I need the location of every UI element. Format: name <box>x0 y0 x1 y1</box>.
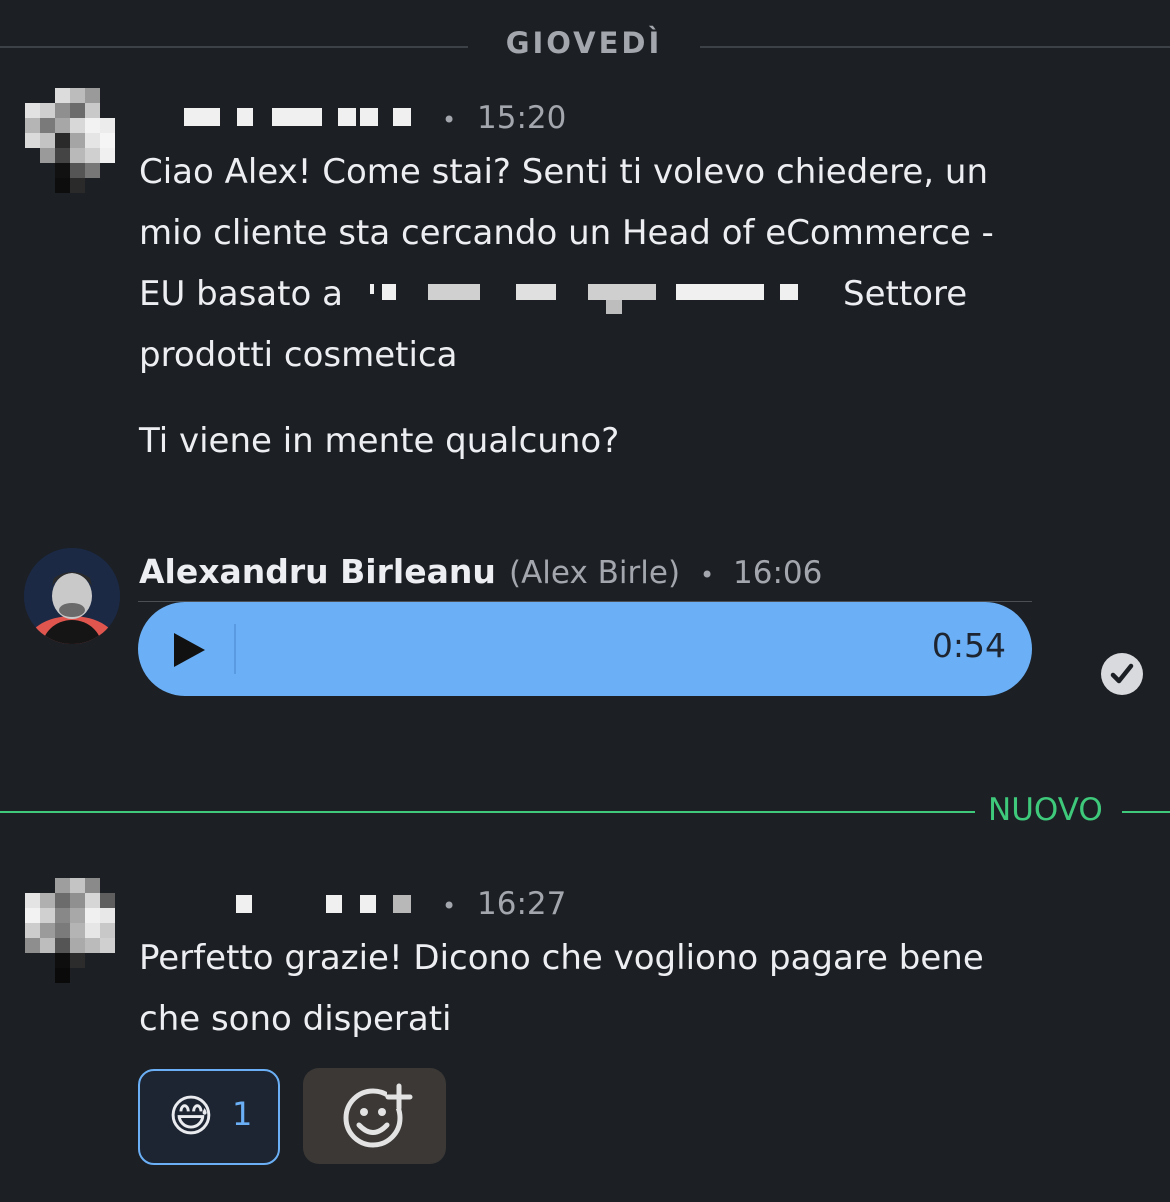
sender-name-redacted <box>184 108 424 128</box>
add-reaction-button[interactable] <box>303 1068 446 1164</box>
add-reaction-icon <box>343 1083 413 1148</box>
new-divider-label: NUOVO <box>988 792 1103 828</box>
checkmark-icon <box>1110 663 1134 684</box>
play-icon[interactable] <box>174 633 205 667</box>
separator-dot: • <box>700 561 715 589</box>
message-text-line: prodotti cosmetica <box>139 335 458 375</box>
message-text-line: EU basato a <box>139 274 343 314</box>
new-divider-line-right <box>1122 811 1170 813</box>
grinning-sweat-emoji: 😅 <box>168 1091 214 1142</box>
reaction-chip[interactable]: 😅 1 <box>138 1069 280 1165</box>
day-divider-line-right <box>700 46 1170 48</box>
message-time: 15:20 <box>477 100 567 136</box>
avatar[interactable] <box>25 88 115 198</box>
playback-position-marker[interactable] <box>234 624 236 674</box>
avatar[interactable] <box>24 548 120 644</box>
avatar[interactable] <box>25 878 115 988</box>
new-divider-line-left <box>0 811 975 813</box>
voice-duration: 0:54 <box>931 626 1006 665</box>
redacted-location <box>370 284 810 314</box>
message-text-line: Perfetto grazie! Dicono che vogliono pag… <box>139 938 984 978</box>
message-time: 16:27 <box>477 886 567 922</box>
message-time: 16:06 <box>733 555 823 591</box>
separator-dot: • <box>442 106 457 134</box>
message-text-line: Ciao Alex! Come stai? Senti ti volevo ch… <box>139 152 988 192</box>
separator-dot: • <box>442 892 457 920</box>
reaction-count: 1 <box>232 1095 253 1133</box>
message-text-line: Ti viene in mente qualcuno? <box>139 421 620 461</box>
message-text-line: che sono disperati <box>139 999 452 1039</box>
message-text-line: mio cliente sta cercando un Head of eCom… <box>139 213 994 253</box>
avatar-photo <box>24 548 120 644</box>
sender-alias: (Alex Birle) <box>509 555 681 591</box>
day-divider-label: GIOVEDÌ <box>505 26 663 60</box>
sender-name-redacted <box>236 895 416 915</box>
voice-message-player[interactable]: 0:54 <box>138 602 1032 696</box>
day-divider-line-left <box>0 46 468 48</box>
check-circle-icon <box>1101 653 1143 695</box>
sender-name[interactable]: Alexandru Birleanu <box>139 552 496 591</box>
message-text-tail: Settore <box>843 274 968 314</box>
